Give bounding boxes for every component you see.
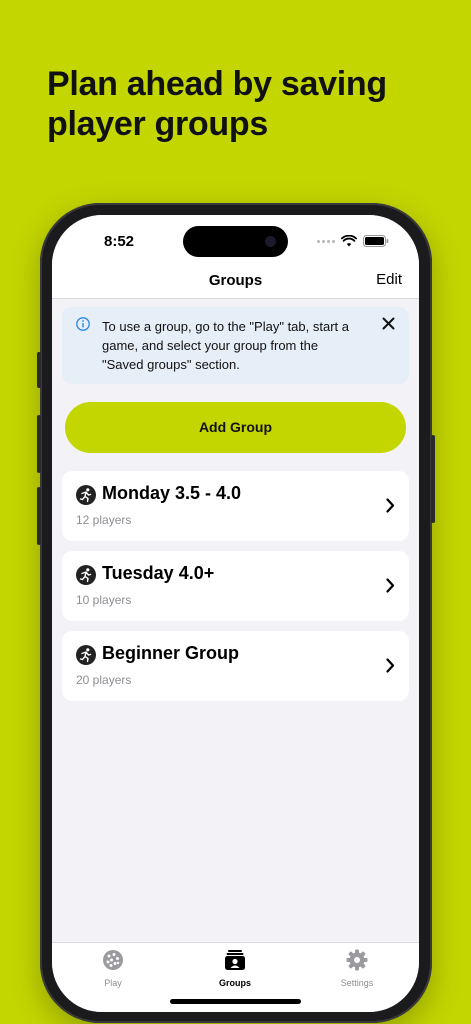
add-group-button[interactable]: Add Group	[65, 402, 406, 453]
chevron-right-icon	[386, 498, 395, 513]
player-icon	[76, 645, 96, 665]
tab-bar: Play Groups Settings	[52, 942, 419, 1012]
status-time: 8:52	[104, 233, 135, 250]
tab-settings[interactable]: Settings	[317, 949, 397, 988]
signal-dots-icon	[317, 239, 335, 243]
player-icon	[76, 485, 96, 505]
chevron-right-icon	[386, 658, 395, 673]
status-icons	[317, 235, 389, 247]
phone-volume-up	[37, 415, 41, 473]
info-icon	[76, 317, 90, 331]
group-name: Beginner Group	[102, 643, 240, 663]
group-card-beginner[interactable]: Beginner Group 20 players	[62, 631, 409, 701]
tab-label: Play	[104, 978, 122, 988]
chevron-right-icon	[386, 578, 395, 593]
tab-label: Groups	[218, 978, 251, 988]
groups-icon	[225, 950, 245, 970]
group-card-monday[interactable]: Monday 3.5 - 4.0 12 players	[62, 471, 409, 541]
group-card-tuesday[interactable]: Tuesday 4.0+ 10 players	[62, 551, 409, 621]
group-player-count: 10 players	[76, 593, 132, 607]
info-banner-text: To use a group, go to the "Play" tab, st…	[102, 319, 349, 372]
gear-icon	[346, 949, 368, 971]
group-name: Monday 3.5 - 4.0	[102, 483, 242, 503]
battery-icon	[363, 235, 389, 247]
tab-groups[interactable]: Groups	[195, 949, 275, 988]
headline: Plan ahead by saving player groups	[47, 65, 387, 143]
group-player-count: 12 players	[76, 513, 132, 527]
edit-button[interactable]: Edit	[376, 271, 402, 288]
phone-action-button	[37, 352, 41, 388]
group-player-count: 20 players	[76, 673, 132, 687]
pickleball-icon	[103, 950, 123, 970]
dynamic-island	[183, 226, 288, 257]
screen: 8:52 Groups Edit To use a group, go to t…	[52, 215, 419, 1012]
page-title: Groups	[208, 272, 263, 289]
group-name: Tuesday 4.0+	[102, 563, 215, 583]
phone-power-button	[431, 435, 435, 523]
home-indicator	[170, 999, 301, 1004]
phone-volume-down	[37, 487, 41, 545]
close-icon[interactable]	[382, 317, 395, 330]
player-icon	[76, 565, 96, 585]
wifi-icon	[341, 235, 357, 247]
info-banner: To use a group, go to the "Play" tab, st…	[62, 307, 409, 384]
tab-label: Settings	[340, 978, 374, 988]
tab-play[interactable]: Play	[73, 949, 153, 988]
